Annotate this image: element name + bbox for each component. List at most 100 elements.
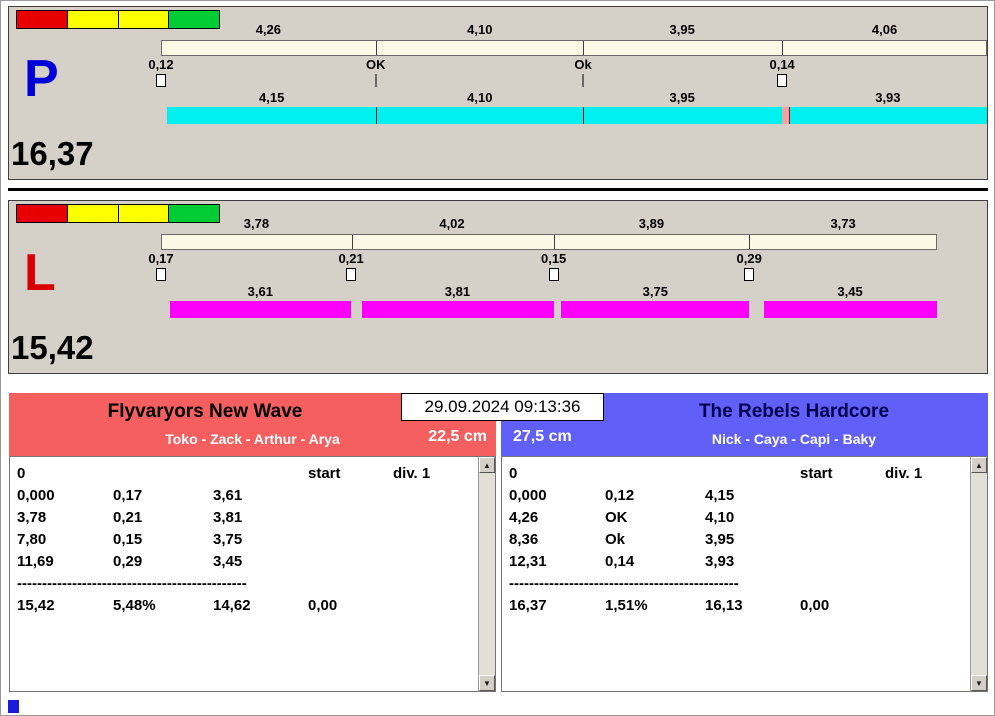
exchange-gap bbox=[782, 107, 790, 124]
exchange-time-label: 0,17 bbox=[148, 251, 174, 266]
table-divider: ----------------------------------------… bbox=[509, 575, 739, 592]
app-window: P 4,26 4,10 3,95 4,06 0,12 OK Ok 0,14 4,… bbox=[0, 0, 995, 716]
cell-leg-sum: 16,13 bbox=[705, 597, 743, 614]
cell-total-time: 16,37 bbox=[509, 597, 547, 614]
scroll-down-button[interactable]: ▼ bbox=[971, 675, 987, 691]
down-arrow-icon: ▼ bbox=[975, 678, 983, 688]
p-leg-bar bbox=[161, 107, 987, 124]
leg-time-label: 3,95 bbox=[669, 90, 695, 105]
exchange-time-label: OK bbox=[366, 57, 386, 72]
bar-divider-tick bbox=[553, 235, 555, 249]
leg-segment bbox=[763, 301, 937, 318]
l-leg-bar bbox=[161, 301, 937, 318]
up-arrow-icon: ▲ bbox=[975, 460, 983, 470]
split-row: 11,69 0,29 3,45 bbox=[17, 553, 470, 575]
cell-cumulative: 8,36 bbox=[509, 531, 539, 548]
split-row: 4,26 OK 4,10 bbox=[509, 509, 962, 531]
p-lane-letter: P bbox=[24, 50, 59, 108]
cell-exchange: Ok bbox=[605, 531, 626, 548]
cell-exchange: 0,29 bbox=[113, 553, 143, 570]
cell-exchange: 0,15 bbox=[113, 531, 143, 548]
bar-divider-tick bbox=[376, 41, 378, 55]
exchange-marker-box bbox=[777, 74, 788, 87]
exchange-time-label: 0,21 bbox=[338, 251, 364, 266]
exchange-marker-tick bbox=[582, 74, 584, 87]
exchange-time-label: 0,12 bbox=[148, 57, 174, 72]
leg-time-label: 3,75 bbox=[642, 284, 668, 299]
left-results-table: 0 start div. 1 0,000 0,17 3,61 3,78 0,21… bbox=[17, 465, 470, 619]
cell-leg: 4,10 bbox=[705, 509, 735, 526]
cell-cumulative: 4,26 bbox=[509, 509, 539, 526]
cell-cumulative: 12,31 bbox=[509, 553, 547, 570]
left-team-members: Toko - Zack - Arthur - Arya bbox=[165, 431, 340, 447]
cell-zero: 0 bbox=[509, 465, 518, 482]
split-row: 3,78 0,21 3,81 bbox=[17, 509, 470, 531]
p-total-time: 16,37 bbox=[11, 135, 94, 172]
cell-leg: 3,95 bbox=[705, 531, 735, 548]
down-arrow-icon: ▼ bbox=[483, 678, 491, 688]
scroll-track[interactable] bbox=[971, 473, 987, 675]
split-row: 0,000 0,12 4,15 bbox=[509, 487, 962, 509]
left-scrollbar[interactable]: ▲ ▼ bbox=[478, 457, 495, 691]
p-split-bar bbox=[161, 40, 987, 56]
scroll-up-button[interactable]: ▲ bbox=[479, 457, 495, 473]
exchange-time-label: 0,15 bbox=[540, 251, 567, 266]
up-arrow-icon: ▲ bbox=[483, 460, 491, 470]
right-results-table: 0 start div. 1 0,000 0,12 4,15 4,26 OK 4… bbox=[509, 465, 962, 619]
table-header-row: 0 start div. 1 bbox=[17, 465, 470, 487]
right-results-panel: 0 start div. 1 0,000 0,12 4,15 4,26 OK 4… bbox=[501, 456, 988, 692]
leg-time-label: 4,15 bbox=[259, 90, 285, 105]
cell-percent: 1,51% bbox=[605, 597, 648, 614]
scroll-track[interactable] bbox=[479, 473, 495, 675]
scroll-down-button[interactable]: ▼ bbox=[479, 675, 495, 691]
leg-segment bbox=[169, 301, 352, 318]
cell-start-label: start bbox=[800, 465, 833, 482]
meter-segment-yellow-1 bbox=[67, 11, 119, 28]
cell-start-value: 0,00 bbox=[308, 597, 338, 614]
totals-row: 15,42 5,48% 14,62 0,00 bbox=[17, 597, 470, 619]
right-scrollbar[interactable]: ▲ ▼ bbox=[970, 457, 987, 691]
cell-div-label: div. 1 bbox=[393, 465, 431, 482]
cell-zero: 0 bbox=[17, 465, 26, 482]
bottom-left-blue-mark bbox=[8, 700, 19, 713]
cell-leg: 3,93 bbox=[705, 553, 735, 570]
cell-exchange: 0,21 bbox=[113, 509, 143, 526]
cell-start-label: start bbox=[308, 465, 341, 482]
leg-time-label: 3,45 bbox=[837, 284, 863, 299]
cell-exchange: 0,14 bbox=[605, 553, 635, 570]
leg-segment bbox=[167, 107, 376, 124]
exchange-marker-box bbox=[156, 268, 166, 281]
bar-divider-tick bbox=[583, 41, 585, 55]
cell-div-label: div. 1 bbox=[885, 465, 923, 482]
split-row: 12,31 0,14 3,93 bbox=[509, 553, 962, 575]
l-track: 3,78 4,02 3,89 3,73 0,17 0,21 0,15 0,29 … bbox=[148, 201, 937, 373]
exchange-time-label: 0,29 bbox=[736, 251, 762, 266]
meter-segment-yellow-1 bbox=[67, 205, 119, 222]
cell-percent: 5,48% bbox=[113, 597, 156, 614]
cell-exchange: OK bbox=[605, 509, 628, 526]
cell-leg: 3,75 bbox=[213, 531, 243, 548]
cell-leg-sum: 14,62 bbox=[213, 597, 251, 614]
scroll-up-button[interactable]: ▲ bbox=[971, 457, 987, 473]
split-time-label: 4,06 bbox=[871, 22, 898, 37]
datetime-display: 29.09.2024 09:13:36 bbox=[401, 393, 604, 421]
left-team-name: Flyvaryors New Wave bbox=[107, 401, 303, 422]
split-time-label: 3,73 bbox=[830, 216, 856, 231]
leg-time-label: 3,93 bbox=[875, 90, 901, 105]
cell-cumulative: 11,69 bbox=[17, 553, 54, 570]
exchange-marker-box bbox=[156, 74, 166, 87]
cell-cumulative: 0,000 bbox=[509, 487, 547, 504]
l-split-bar bbox=[161, 234, 937, 250]
leg-time-label: 3,61 bbox=[247, 284, 273, 299]
cell-leg: 3,61 bbox=[213, 487, 243, 504]
cell-start-value: 0,00 bbox=[800, 597, 830, 614]
cell-leg: 3,45 bbox=[213, 553, 243, 570]
exchange-marker-box bbox=[744, 268, 755, 281]
cell-cumulative: 0,000 bbox=[17, 487, 55, 504]
table-divider: ----------------------------------------… bbox=[17, 575, 247, 592]
p-lane-panel: P 4,26 4,10 3,95 4,06 0,12 OK Ok 0,14 4,… bbox=[8, 6, 988, 180]
leg-time-label: 3,81 bbox=[444, 284, 471, 299]
l-total-time: 15,42 bbox=[11, 329, 94, 366]
cell-exchange: 0,17 bbox=[113, 487, 143, 504]
cell-leg: 3,81 bbox=[213, 509, 243, 526]
